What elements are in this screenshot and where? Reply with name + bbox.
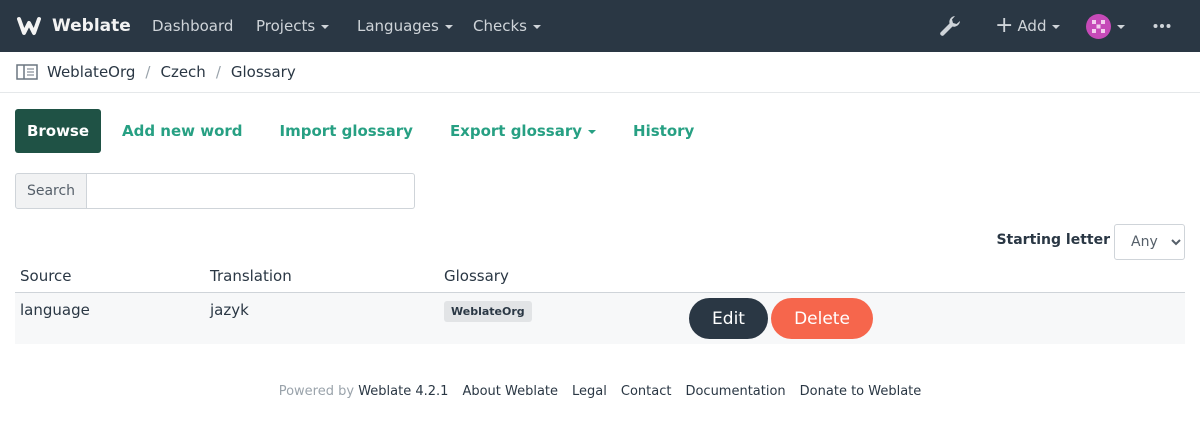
breadcrumb-project[interactable]: WeblateOrg — [47, 63, 135, 81]
footer-powered-by: Powered by Weblate 4.2.1 — [279, 384, 449, 399]
breadcrumb-glossary[interactable]: Glossary — [231, 63, 296, 81]
glossary-table: Source Translation Glossary language jaz… — [15, 260, 1185, 344]
tab-history[interactable]: History — [633, 122, 694, 140]
plus-icon: + — [995, 13, 1014, 38]
tab-browse[interactable]: Browse — [15, 109, 101, 153]
breadcrumb-separator: / — [145, 63, 151, 81]
tab-import-glossary[interactable]: Import glossary — [280, 122, 413, 140]
nav-languages[interactable]: Languages — [357, 0, 453, 52]
cell-translation: jazyk — [210, 301, 249, 319]
nav-projects[interactable]: Projects — [256, 0, 330, 52]
footer-version-link[interactable]: Weblate 4.2.1 — [358, 384, 448, 399]
footer-link-donate[interactable]: Donate to Weblate — [800, 384, 922, 399]
glossary-book-icon — [16, 64, 38, 80]
nav-projects-label: Projects — [256, 17, 316, 35]
table-row: language jazyk WeblateOrg Edit Delete — [15, 293, 1185, 344]
chevron-down-icon — [1117, 25, 1125, 29]
avatar — [1086, 13, 1111, 39]
delete-button[interactable]: Delete — [771, 298, 873, 339]
footer-link-about[interactable]: About Weblate — [462, 384, 558, 399]
glossary-badge[interactable]: WeblateOrg — [444, 301, 532, 322]
tab-export-glossary[interactable]: Export glossary — [449, 122, 597, 140]
glossary-tabs: Browse Add new word Import glossary Expo… — [15, 109, 694, 153]
footer-link-contact[interactable]: Contact — [621, 384, 672, 399]
breadcrumb: WeblateOrg / Czech / Glossary — [0, 52, 1200, 93]
tab-export-glossary-label: Export glossary — [449, 122, 583, 140]
starting-letter-select[interactable]: Any — [1114, 224, 1185, 260]
tools-button[interactable] — [937, 0, 963, 52]
header-glossary: Glossary — [444, 267, 509, 285]
starting-letter-label: Starting letter — [996, 232, 1110, 248]
user-menu[interactable] — [1086, 0, 1125, 52]
search-group: Search — [15, 173, 415, 209]
edit-button[interactable]: Edit — [689, 298, 768, 339]
chevron-down-icon — [444, 25, 453, 29]
footer-link-documentation[interactable]: Documentation — [685, 384, 785, 399]
header-translation: Translation — [210, 267, 292, 285]
brand-name: Weblate — [52, 16, 131, 36]
table-header: Source Translation Glossary — [15, 260, 1185, 293]
cell-source: language — [20, 301, 90, 319]
nav-dashboard-label: Dashboard — [152, 17, 234, 35]
more-menu[interactable] — [1153, 0, 1171, 52]
search-addon-label: Search — [15, 173, 87, 209]
breadcrumb-separator: / — [215, 63, 221, 81]
nav-checks[interactable]: Checks — [473, 0, 541, 52]
nav-checks-label: Checks — [473, 17, 527, 35]
chevron-down-icon — [532, 25, 541, 29]
chevron-down-icon — [321, 25, 330, 29]
add-menu[interactable]: + Add — [995, 0, 1061, 52]
nav-dashboard[interactable]: Dashboard — [152, 0, 233, 52]
footer-link-legal[interactable]: Legal — [572, 384, 607, 399]
footer: Powered by Weblate 4.2.1 About Weblate L… — [0, 384, 1200, 399]
wrench-icon — [940, 16, 960, 36]
footer-powered-by-label: Powered by — [278, 384, 355, 399]
header-source: Source — [20, 267, 72, 285]
weblate-logo-icon — [17, 17, 41, 35]
brand-link[interactable]: Weblate — [16, 0, 131, 52]
nav-languages-label: Languages — [357, 17, 439, 35]
search-input[interactable] — [87, 173, 415, 209]
breadcrumb-language[interactable]: Czech — [160, 63, 205, 81]
chevron-down-icon — [588, 130, 597, 134]
more-dots-icon — [1153, 24, 1171, 28]
top-navbar: Weblate Dashboard Projects Languages Che… — [0, 0, 1200, 52]
chevron-down-icon — [1052, 25, 1061, 29]
tab-add-new-word[interactable]: Add new word — [122, 122, 243, 140]
add-label: Add — [1017, 17, 1047, 35]
